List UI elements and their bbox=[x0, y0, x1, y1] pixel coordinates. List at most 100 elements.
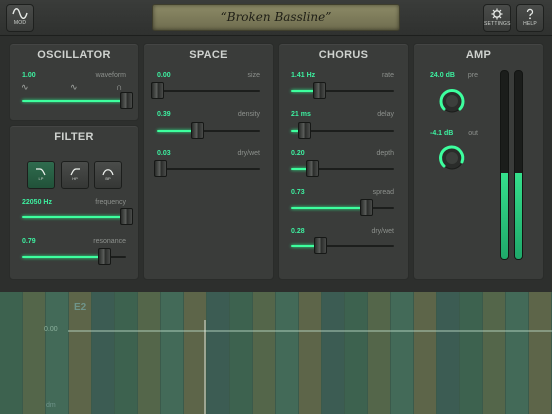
space-drywet-label: dry/wet bbox=[237, 150, 260, 157]
sine-wave-icon: ∿ bbox=[21, 82, 29, 92]
chorus-drywet-label: dry/wet bbox=[371, 228, 394, 235]
amp-pre-knob[interactable] bbox=[437, 86, 467, 116]
space-drywet-value: 0.03 bbox=[157, 150, 171, 157]
waveform-value: 1.00 bbox=[22, 72, 36, 79]
key-stripe[interactable] bbox=[460, 292, 482, 414]
filter-highpass-button[interactable]: HP bbox=[61, 161, 89, 189]
chorus-drywet-slider[interactable] bbox=[291, 237, 394, 254]
preset-name-display[interactable]: “Broken Bassline” bbox=[152, 4, 400, 31]
amp-pre-value: 24.0 dB bbox=[430, 72, 455, 79]
resonance-slider-thumb[interactable] bbox=[98, 248, 112, 265]
synth-app: MOD “Broken Bassline” SETTINGS HELP OSCI… bbox=[0, 0, 552, 414]
resonance-value: 0.79 bbox=[22, 238, 36, 245]
mod-button[interactable]: MOD bbox=[6, 4, 34, 32]
frequency-slider-thumb[interactable] bbox=[120, 208, 133, 225]
saw-wave-icon: ∿ bbox=[70, 82, 78, 92]
waveform-slider-thumb[interactable] bbox=[120, 92, 133, 109]
amp-meter-left bbox=[500, 70, 509, 260]
space-size-label: size bbox=[247, 72, 260, 79]
key-stripe[interactable] bbox=[322, 292, 344, 414]
key-stripe[interactable] bbox=[92, 292, 114, 414]
space-size-value: 0.00 bbox=[157, 72, 171, 79]
space-density-slider[interactable] bbox=[157, 122, 260, 139]
oscillator-title: OSCILLATOR bbox=[37, 49, 111, 61]
help-button[interactable]: HELP bbox=[516, 4, 544, 32]
chorus-rate-value: 1.41 Hz bbox=[291, 72, 316, 79]
waveform-slider[interactable] bbox=[22, 92, 133, 109]
frequency-slider[interactable] bbox=[22, 208, 133, 225]
filter-title: FILTER bbox=[54, 131, 94, 143]
highpass-label: HP bbox=[72, 176, 78, 181]
space-density-slider-thumb[interactable] bbox=[191, 122, 205, 139]
frequency-value: 22050 Hz bbox=[22, 199, 52, 206]
key-stripe[interactable] bbox=[230, 292, 252, 414]
key-stripe[interactable] bbox=[138, 292, 160, 414]
key-stripe[interactable] bbox=[529, 292, 551, 414]
chorus-delay-slider-thumb[interactable] bbox=[298, 122, 312, 139]
amp-out-knob[interactable] bbox=[437, 143, 467, 173]
chorus-depth-slider[interactable] bbox=[291, 160, 394, 177]
key-stripe[interactable] bbox=[437, 292, 459, 414]
chorus-drywet-slider-thumb[interactable] bbox=[313, 237, 327, 254]
resonance-slider[interactable] bbox=[22, 248, 126, 265]
filter-bandpass-button[interactable]: BP bbox=[94, 161, 122, 189]
chorus-title: CHORUS bbox=[318, 49, 369, 61]
settings-button[interactable]: SETTINGS bbox=[483, 4, 511, 32]
key-stripe[interactable] bbox=[345, 292, 367, 414]
space-drywet-slider[interactable] bbox=[154, 160, 260, 177]
amp-out-value: -4.1 dB bbox=[430, 130, 454, 137]
chorus-depth-slider-thumb[interactable] bbox=[305, 160, 319, 177]
space-density-label: density bbox=[237, 111, 260, 118]
chorus-rate-label: rate bbox=[381, 72, 394, 79]
key-stripe[interactable] bbox=[207, 292, 229, 414]
chorus-rate-slider-thumb[interactable] bbox=[312, 82, 326, 99]
chorus-depth-label: depth bbox=[376, 150, 394, 157]
settings-label: SETTINGS bbox=[484, 21, 511, 27]
key-stripe[interactable] bbox=[46, 292, 68, 414]
chorus-delay-label: delay bbox=[377, 111, 394, 118]
help-label: HELP bbox=[523, 21, 537, 27]
key-stripe[interactable] bbox=[115, 292, 137, 414]
key-stripe[interactable] bbox=[368, 292, 390, 414]
amp-title: AMP bbox=[465, 49, 492, 61]
keyboard-unit: dm bbox=[46, 402, 56, 409]
waveform-icon bbox=[12, 8, 28, 19]
key-stripe[interactable] bbox=[483, 292, 505, 414]
space-drywet-slider-thumb[interactable] bbox=[154, 160, 168, 177]
chorus-delay-slider[interactable] bbox=[291, 122, 394, 139]
key-stripe[interactable] bbox=[414, 292, 436, 414]
lowpass-label: LP bbox=[38, 176, 44, 181]
chorus-spread-value: 0.73 bbox=[291, 189, 305, 196]
chorus-drywet-value: 0.28 bbox=[291, 228, 305, 235]
key-stripe[interactable] bbox=[161, 292, 183, 414]
chorus-depth-value: 0.20 bbox=[291, 150, 305, 157]
space-title: SPACE bbox=[189, 49, 228, 61]
keyboard-gridline bbox=[68, 330, 552, 332]
keyboard-value: 0.00 bbox=[44, 326, 58, 333]
chorus-delay-value: 21 ms bbox=[291, 111, 311, 118]
chorus-spread-label: spread bbox=[372, 189, 394, 196]
key-stripe[interactable] bbox=[299, 292, 321, 414]
chorus-rate-slider[interactable] bbox=[291, 82, 394, 99]
key-stripe[interactable] bbox=[0, 292, 22, 414]
filter-lowpass-button[interactable]: LP bbox=[27, 161, 55, 189]
bandpass-label: BP bbox=[105, 176, 111, 181]
chorus-spread-slider[interactable] bbox=[291, 199, 394, 216]
key-stripe[interactable] bbox=[184, 292, 206, 414]
space-size-slider[interactable] bbox=[151, 82, 260, 99]
square-wave-icon: ∩ bbox=[116, 82, 123, 92]
amp-meter-right bbox=[514, 70, 523, 260]
frequency-label: frequency bbox=[95, 199, 126, 206]
key-stripe[interactable] bbox=[23, 292, 45, 414]
key-stripe[interactable] bbox=[253, 292, 275, 414]
top-bar: MOD “Broken Bassline” SETTINGS HELP bbox=[0, 0, 552, 36]
space-size-slider-thumb[interactable] bbox=[151, 82, 164, 99]
key-stripe[interactable] bbox=[506, 292, 528, 414]
resonance-label: resonance bbox=[93, 238, 126, 245]
key-stripe[interactable] bbox=[276, 292, 298, 414]
amp-out-label: out bbox=[468, 130, 478, 137]
gear-icon bbox=[491, 8, 503, 20]
key-stripe[interactable] bbox=[391, 292, 413, 414]
bandpass-icon bbox=[102, 169, 114, 176]
chorus-spread-slider-thumb[interactable] bbox=[360, 199, 374, 216]
